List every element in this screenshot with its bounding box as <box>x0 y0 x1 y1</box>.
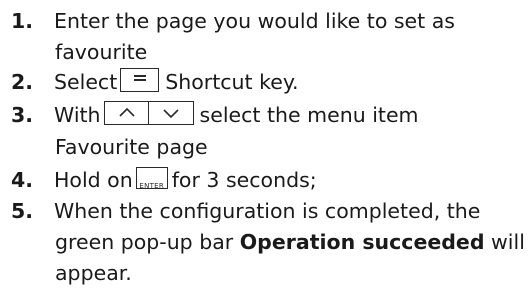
arrow-keys <box>103 101 194 125</box>
step-number: 5. <box>11 199 34 223</box>
step-text-line: Enter the page you would like to set as <box>54 9 455 33</box>
operation-succeeded-text: Operation succeeded <box>239 230 485 254</box>
up-arrow-key-icon <box>103 101 149 125</box>
step-text-line: When the configuration is completed, the <box>54 199 481 223</box>
step-text: Shortcut key. <box>165 70 299 94</box>
step-text: Hold on <box>54 168 133 192</box>
step-text-line: Select Shortcut key. <box>54 66 299 98</box>
step-text-line: Hold on ENTER for 3 seconds; <box>54 164 317 196</box>
enter-key-icon: ENTER <box>135 167 168 190</box>
step-text: will <box>491 230 525 254</box>
step-text-line: appear. <box>55 261 132 285</box>
step-text: for 3 seconds; <box>171 168 317 192</box>
step-text-line: Favourite page <box>55 135 208 159</box>
menu-key-icon <box>120 68 160 92</box>
step-number: 2. <box>11 70 34 94</box>
step-number: 4. <box>11 168 34 192</box>
down-arrow-key-icon <box>148 101 194 125</box>
step-number: 1. <box>11 9 34 33</box>
step-text: select the menu item <box>199 103 419 127</box>
step-number: 3. <box>11 103 34 127</box>
step-text-line: green pop-up bar Operation succeeded wil… <box>55 226 525 258</box>
step-text: Select <box>54 70 118 94</box>
step-text-line: favourite <box>55 40 148 64</box>
step-text: With <box>54 103 101 127</box>
step-text-line: With select the menu item <box>54 99 419 131</box>
step-text: green pop-up bar <box>55 230 234 254</box>
